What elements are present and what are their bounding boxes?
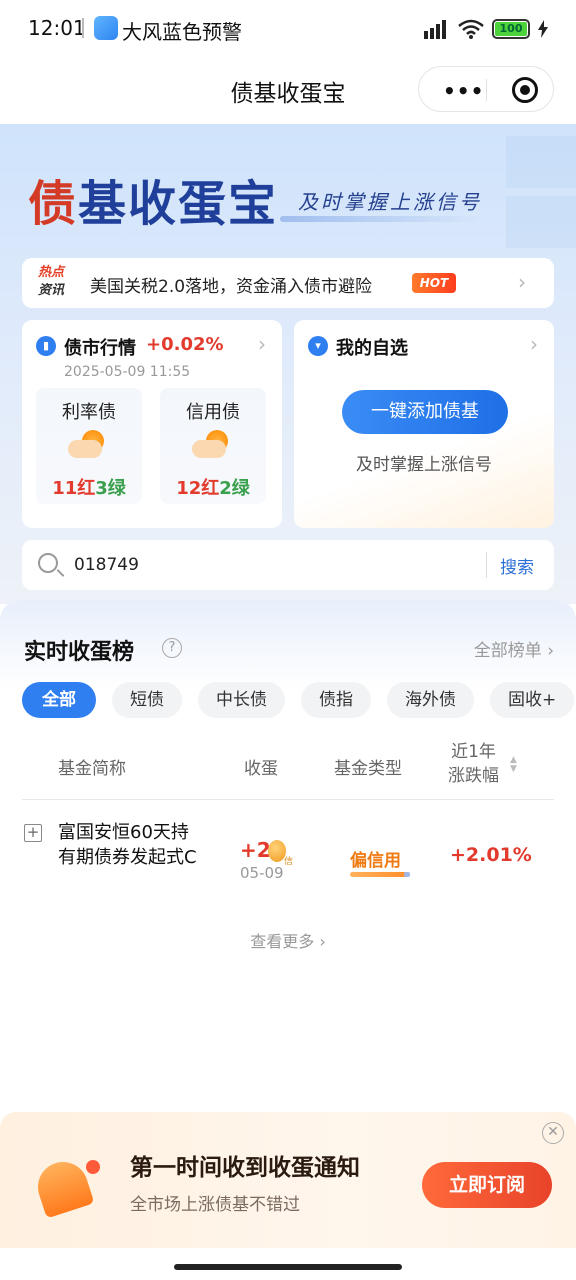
- column-1y-change[interactable]: 近1年 涨跌幅: [448, 740, 499, 788]
- status-notification-label: 大风蓝色预警: [122, 20, 242, 44]
- bookmark-icon: ▾: [308, 336, 328, 356]
- add-to-watchlist-icon[interactable]: +: [24, 824, 42, 842]
- search-button[interactable]: 搜索: [500, 553, 534, 578]
- help-icon[interactable]: ?: [162, 638, 182, 658]
- tab-short-bond[interactable]: 短债: [112, 682, 182, 718]
- tab-overseas-bond[interactable]: 海外债: [387, 682, 474, 718]
- hot-news-tag-line1: 热点: [38, 265, 65, 280]
- rate-bond-label: 利率债: [62, 402, 116, 423]
- fund-type-bar-end: [404, 872, 410, 877]
- search-divider: [486, 552, 487, 578]
- chevron-right-icon: ›: [258, 332, 266, 356]
- partly-sunny-icon: [68, 430, 110, 462]
- search-input[interactable]: [74, 551, 474, 579]
- subscribe-title: 第一时间收到收蛋通知: [130, 1155, 360, 1181]
- status-bar: 12:01 大风蓝色预警 100: [0, 0, 576, 56]
- egg-count: +2: [240, 838, 271, 862]
- charging-icon: [538, 20, 548, 38]
- banner-decoration: [506, 128, 576, 248]
- tab-mid-long-bond[interactable]: 中长债: [198, 682, 285, 718]
- ranking-section: 实时收蛋榜 ? 全部榜单 › 全部 短债 中长债 债指 海外债 固收+ 基金简称 收蛋 基…: [0, 600, 576, 1120]
- brand-title: 债基收蛋宝: [28, 164, 278, 234]
- search-icon: [38, 553, 58, 573]
- ranking-title: 实时收蛋榜: [24, 640, 135, 665]
- watchlist-subtitle: 及时掌握上涨信号: [356, 455, 492, 475]
- fund-name: 富国安恒60天持有期债券发起式C: [58, 822, 197, 868]
- subscribe-banner: 第一时间收到收蛋通知 全市场上涨债基不错过 立即订阅 ✕: [0, 1112, 576, 1248]
- partly-sunny-icon: [192, 430, 234, 462]
- subscribe-subtitle: 全市场上涨债基不错过: [130, 1195, 300, 1215]
- status-divider: [82, 18, 84, 38]
- column-fund-type: 基金类型: [334, 759, 402, 779]
- add-bond-fund-button[interactable]: 一键添加债基: [342, 390, 508, 434]
- hot-badge: HOT: [412, 273, 456, 293]
- tab-fixed-income-plus[interactable]: 固收+: [490, 682, 575, 718]
- hero-banner: 债基收蛋宝 及时掌握上涨信号 热点 资讯 美国关税2.0落地，资金涌入债市避险 …: [0, 124, 576, 604]
- nav-bar: 债基收蛋宝 •••: [0, 56, 576, 124]
- market-change: +0.02%: [146, 334, 224, 355]
- brand-title-rest: 基收蛋宝: [78, 176, 279, 232]
- view-more-link[interactable]: 查看更多 ›: [0, 928, 576, 952]
- credit-bond-card[interactable]: 信用债 12红2绿: [160, 388, 266, 504]
- chevron-right-icon: ›: [530, 332, 538, 356]
- battery-level: 100: [495, 22, 527, 36]
- hot-news-tag-line2: 资讯: [38, 283, 65, 298]
- rate-bond-count: 11红3绿: [52, 478, 126, 499]
- close-icon[interactable]: ✕: [542, 1122, 564, 1144]
- miniprogram-capsule: •••: [418, 66, 554, 112]
- bell-icon: [28, 1152, 100, 1226]
- rate-bond-card[interactable]: 利率债 11红3绿: [36, 388, 142, 504]
- battery-icon: 100: [492, 19, 530, 39]
- credit-bond-count: 12红2绿: [176, 478, 250, 499]
- chart-icon: ▮: [36, 336, 56, 356]
- sort-icon[interactable]: ▲ ▼: [510, 756, 517, 774]
- hot-news-bar[interactable]: 热点 资讯 美国关税2.0落地，资金涌入债市避险 HOT ›: [22, 258, 554, 308]
- table-header: 基金简称 收蛋 基金类型 近1年 涨跌幅 ▲ ▼: [22, 740, 554, 800]
- more-menu-icon[interactable]: •••: [443, 79, 484, 103]
- column-fund-name: 基金简称: [58, 759, 126, 779]
- slogan-underline: [280, 216, 480, 222]
- weather-app-icon: [94, 16, 118, 40]
- watchlist-card[interactable]: ▾ 我的自选 › 一键添加债基 及时掌握上涨信号: [294, 320, 554, 528]
- hot-news-text: 美国关税2.0落地，资金涌入债市避险: [90, 277, 373, 297]
- table-row[interactable]: + 富国安恒60天持有期债券发起式C +2 信 05-09 偏信用 +2.01%: [22, 816, 554, 906]
- tab-all[interactable]: 全部: [22, 682, 96, 718]
- close-miniprogram-icon[interactable]: [512, 77, 538, 103]
- status-indicators: 100: [422, 18, 548, 40]
- market-card-title: 债市行情: [64, 338, 136, 359]
- home-indicator[interactable]: [174, 1264, 402, 1270]
- capsule-divider: [486, 79, 487, 101]
- column-egg: 收蛋: [244, 759, 278, 779]
- tab-bond-index[interactable]: 债指: [301, 682, 371, 718]
- brand-slogan: 及时掌握上涨信号: [298, 190, 482, 214]
- fund-type-bar: [350, 872, 408, 877]
- egg-date: 05-09: [240, 864, 284, 882]
- hot-news-tag: 热点 资讯: [38, 264, 64, 300]
- egg-credit-mark: 信: [284, 857, 294, 867]
- category-tabs: 全部 短债 中长债 债指 海外债 固收+: [22, 682, 576, 722]
- status-time: 12:01: [28, 16, 86, 40]
- bond-market-card[interactable]: ▮ 债市行情 +0.02% › 2025-05-09 11:55 利率债 11红…: [22, 320, 282, 528]
- chevron-right-icon: ›: [518, 270, 526, 294]
- all-rankings-link[interactable]: 全部榜单 ›: [474, 636, 554, 661]
- search-bar: 搜索: [22, 540, 554, 590]
- brand-title-accent: 债: [28, 176, 79, 232]
- signal-icon: [424, 20, 446, 39]
- market-update-time: 2025-05-09 11:55: [64, 364, 191, 380]
- watchlist-title: 我的自选: [336, 338, 408, 359]
- subscribe-button[interactable]: 立即订阅: [422, 1162, 552, 1208]
- fund-type: 偏信用: [350, 851, 401, 871]
- credit-bond-label: 信用债: [186, 402, 240, 423]
- wifi-icon: [458, 19, 484, 39]
- one-year-change: +2.01%: [450, 844, 532, 866]
